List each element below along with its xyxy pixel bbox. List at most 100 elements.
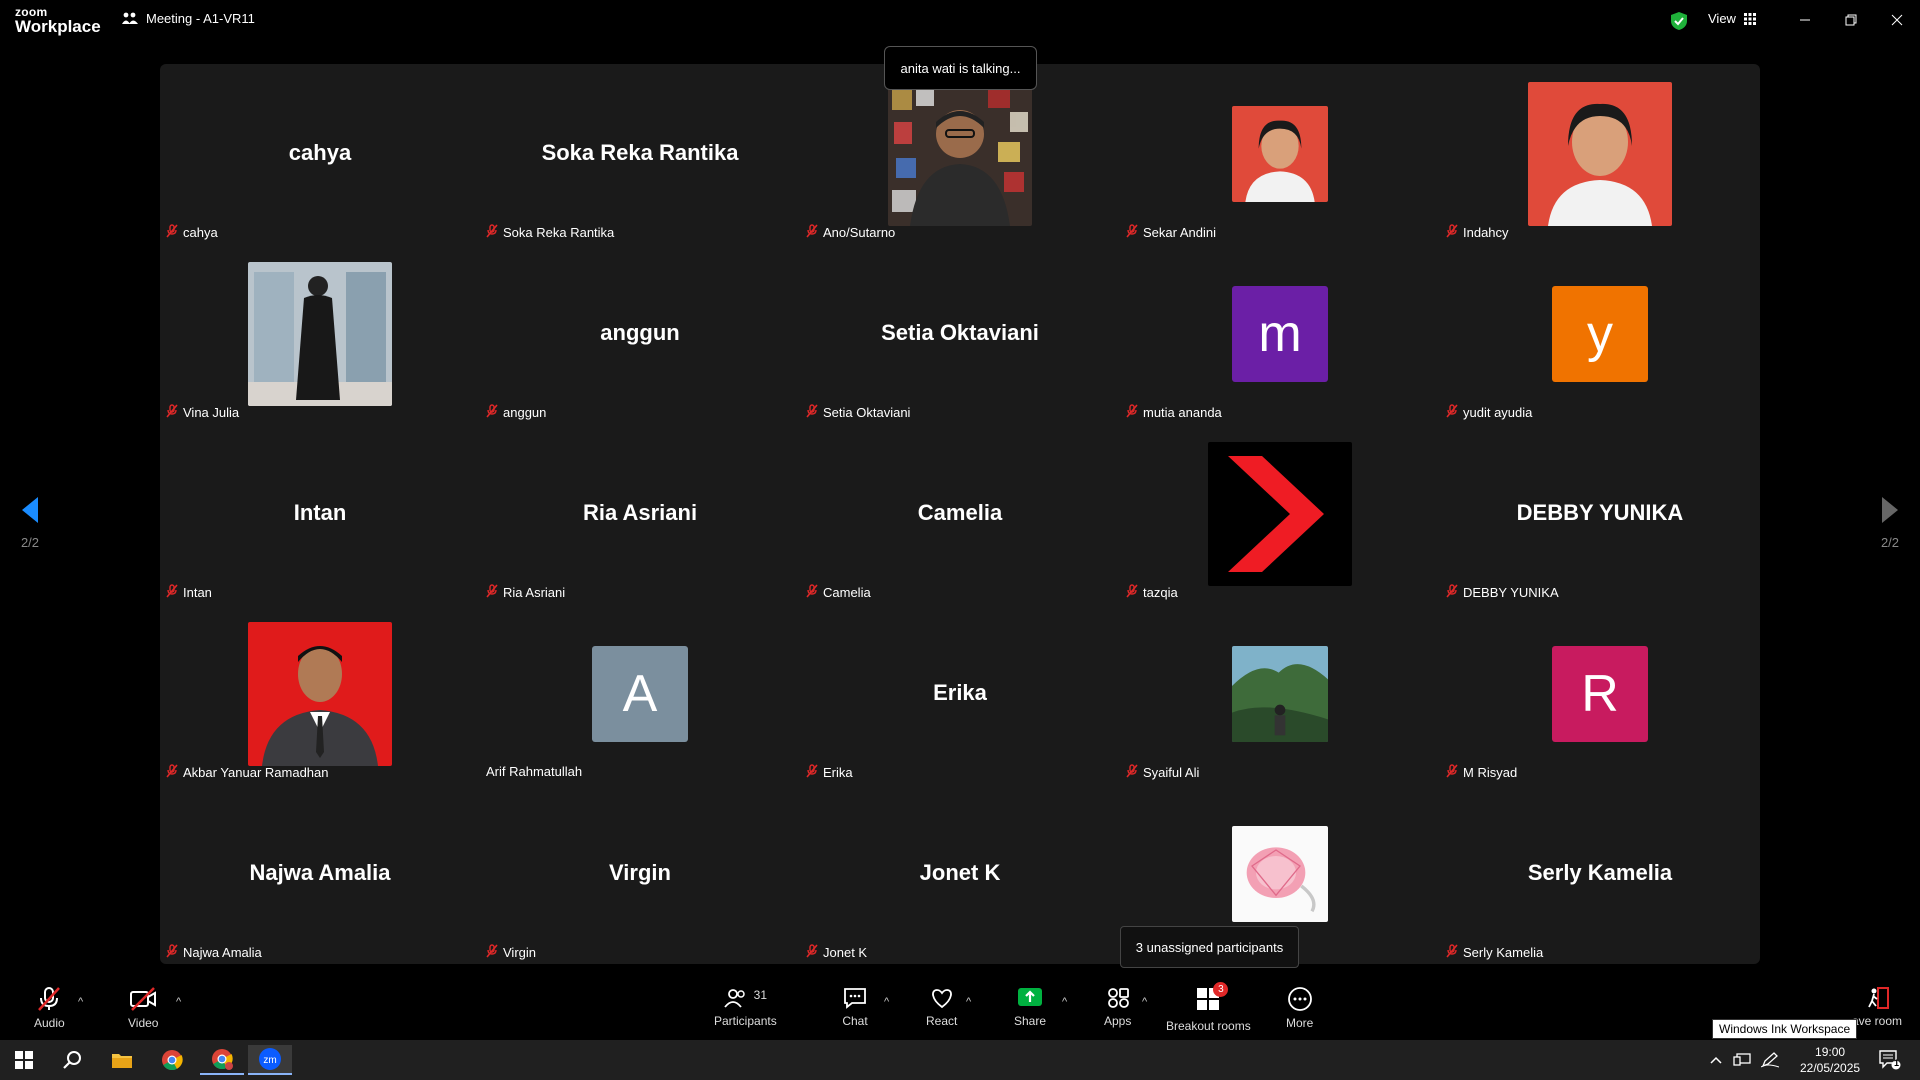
more-button[interactable]: More <box>1286 986 1313 1030</box>
participant-tile[interactable]: Virgin Virgin <box>480 784 800 964</box>
participant-pink-diamond-ring-photo <box>1232 826 1328 922</box>
participant-name-label: Sekar Andini <box>1126 224 1216 241</box>
participant-display-name: Najwa Amalia <box>249 860 391 885</box>
leave-room-icon <box>1868 987 1890 1009</box>
participant-name-label: Erika <box>806 764 853 781</box>
participant-name-label: yudit ayudia <box>1446 404 1532 421</box>
participant-tile[interactable]: R M Risyad <box>1440 604 1760 784</box>
participant-name-label: Ria Asriani <box>486 584 565 601</box>
search-icon <box>63 1051 81 1069</box>
participants-button[interactable]: 31 Participants <box>714 986 777 1028</box>
participant-tile[interactable]: Vina Julia <box>160 244 480 424</box>
encryption-shield-icon[interactable] <box>1670 11 1688 31</box>
pen-ink-button[interactable] <box>1758 1045 1782 1075</box>
meeting-title[interactable]: Meeting - A1-VR11 <box>122 11 255 26</box>
muted-microphone-icon <box>166 404 178 421</box>
chat-button[interactable]: Chat <box>842 986 868 1028</box>
share-button[interactable]: Share <box>1014 986 1046 1028</box>
participant-display-name: Virgin <box>609 860 671 885</box>
participant-tile[interactable]: anggun anggun <box>480 244 800 424</box>
participant-name-label: Najwa Amalia <box>166 944 262 961</box>
restore-button[interactable] <box>1836 8 1866 32</box>
participant-tile[interactable]: Indahcy <box>1440 64 1760 244</box>
participant-initial-avatar: R <box>1552 646 1648 742</box>
participant-tile[interactable]: Sekar Andini <box>1120 64 1440 244</box>
chrome-profile-button[interactable] <box>200 1045 244 1075</box>
zoom-app-icon: zm <box>259 1048 281 1070</box>
muted-microphone-icon <box>1446 224 1458 241</box>
search-button[interactable] <box>50 1045 94 1075</box>
react-options-caret[interactable]: ^ <box>966 996 971 1008</box>
participant-tile[interactable]: m mutia ananda <box>1120 244 1440 424</box>
video-button[interactable]: Video <box>128 986 158 1030</box>
participant-tile[interactable]: Serly Kamelia Serly Kamelia <box>1440 784 1760 964</box>
participant-display-name: Jonet K <box>919 860 1001 885</box>
previous-page-button[interactable]: 2/2 <box>10 496 50 550</box>
zoom-taskbar-button[interactable]: zm <box>248 1045 292 1075</box>
participant-tile[interactable]: Camelia Camelia <box>800 424 1120 604</box>
participant-display-name: Soka Reka Rantika <box>541 140 739 165</box>
leave-room-button[interactable]: ave room <box>1852 986 1902 1028</box>
start-button[interactable] <box>2 1045 46 1075</box>
participant-tile[interactable]: cahya cahya <box>160 64 480 244</box>
network-icon <box>1733 1053 1751 1066</box>
participant-name-label: tazqia <box>1126 584 1178 601</box>
restore-icon <box>1845 14 1857 26</box>
participant-tile[interactable]: Jonet K Jonet K <box>800 784 1120 964</box>
apps-button[interactable]: Apps <box>1104 986 1131 1028</box>
chat-options-caret[interactable]: ^ <box>884 996 889 1008</box>
muted-microphone-icon <box>806 224 818 241</box>
system-clock[interactable]: 19:00 22/05/2025 <box>1800 1044 1860 1076</box>
participant-name-label: cahya <box>166 224 218 241</box>
participant-tile[interactable]: Ria Asriani Ria Asriani <box>480 424 800 604</box>
audio-button[interactable]: Audio <box>34 986 65 1030</box>
view-button[interactable]: View <box>1708 11 1756 26</box>
close-icon <box>1891 14 1903 26</box>
talking-indicator: anita wati is talking... <box>884 46 1037 90</box>
participant-display-name: anggun <box>600 320 680 345</box>
participant-tile[interactable]: Ano/Sutarno <box>800 64 1120 244</box>
muted-microphone-icon <box>1126 224 1138 241</box>
muted-microphone-icon <box>486 224 498 241</box>
participant-name-label: Camelia <box>806 584 871 601</box>
breakout-rooms-button[interactable]: 3 Breakout rooms <box>1166 982 1251 1033</box>
participant-tile[interactable]: Soka Reka Rantika Soka Reka Rantika <box>480 64 800 244</box>
windows-ink-tooltip: Windows Ink Workspace <box>1712 1019 1858 1039</box>
participant-tile[interactable]: A Arif Rahmatullah <box>480 604 800 784</box>
share-options-caret[interactable]: ^ <box>1062 996 1067 1008</box>
apps-options-caret[interactable]: ^ <box>1142 996 1147 1008</box>
participant-name-label: anggun <box>486 404 546 421</box>
participant-tile[interactable]: Akbar Yanuar Ramadhan <box>160 604 480 784</box>
file-explorer-button[interactable] <box>100 1045 144 1075</box>
show-hidden-icons-button[interactable] <box>1706 1045 1726 1075</box>
close-button[interactable] <box>1882 8 1912 32</box>
react-button[interactable]: React <box>926 986 957 1028</box>
participant-tile[interactable]: Syaiful Ali <box>1120 604 1440 784</box>
gallery-view: cahya cahya Soka Reka Rantika Soka Reka Ran… <box>160 64 1760 964</box>
video-options-caret[interactable]: ^ <box>176 996 181 1008</box>
participant-tile[interactable]: Setia Oktaviani Setia Oktaviani <box>800 244 1120 424</box>
participant-landscape-photo <box>1232 646 1328 742</box>
minimize-button[interactable] <box>1790 8 1820 32</box>
audio-options-caret[interactable]: ^ <box>78 996 83 1008</box>
participant-tile[interactable]: Erika Erika <box>800 604 1120 784</box>
chat-icon <box>844 988 866 1009</box>
network-button[interactable] <box>1730 1045 1754 1075</box>
participant-tile[interactable]: DEBBY YUNIKA DEBBY YUNIKA <box>1440 424 1760 604</box>
participant-tile[interactable]: Najwa Amalia Najwa Amalia <box>160 784 480 964</box>
participant-tile[interactable]: Intan Intan <box>160 424 480 604</box>
participant-display-name: Serly Kamelia <box>1527 860 1673 885</box>
chrome-button[interactable] <box>150 1045 194 1075</box>
muted-microphone-icon <box>1126 584 1138 601</box>
notification-center-button[interactable]: 1 <box>1872 1045 1908 1075</box>
participant-display-name: Intan <box>293 500 347 525</box>
participant-initial-avatar: m <box>1232 286 1328 382</box>
next-page-button[interactable]: 2/2 <box>1870 496 1910 550</box>
participant-name-label: Intan <box>166 584 212 601</box>
participant-tile[interactable]: tazqia <box>1120 424 1440 604</box>
muted-microphone-icon <box>1126 404 1138 421</box>
participant-initial-avatar: y <box>1552 286 1648 382</box>
participant-name-label: mutia ananda <box>1126 404 1222 421</box>
participant-tile[interactable]: y yudit ayudia <box>1440 244 1760 424</box>
share-screen-icon <box>1018 988 1043 1006</box>
